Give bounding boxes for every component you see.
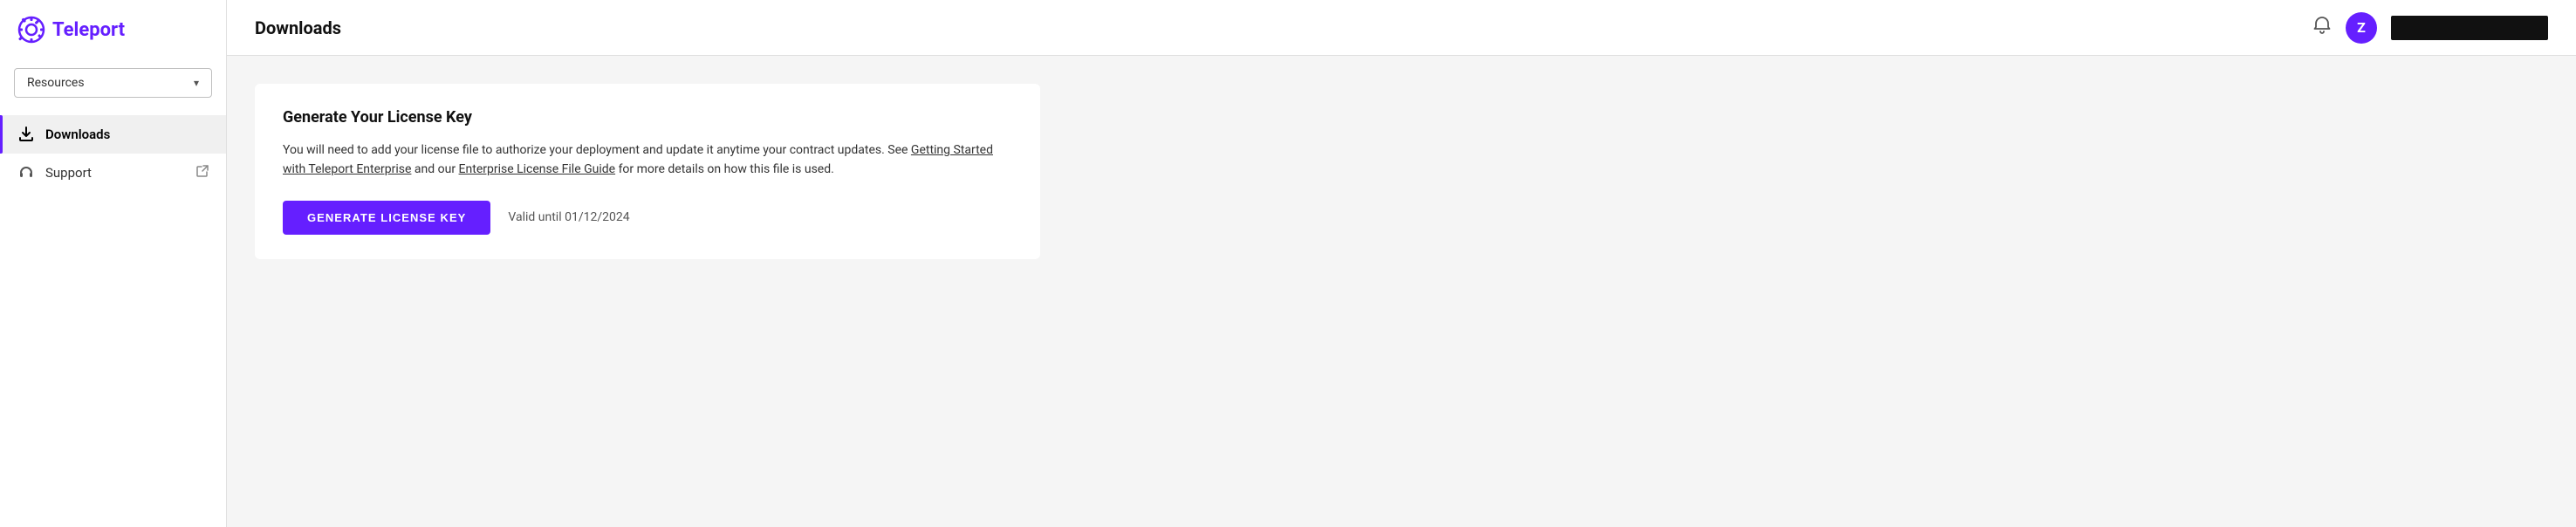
resources-dropdown[interactable]: Resources ▾: [14, 68, 212, 98]
headset-icon: [17, 164, 35, 181]
header: Downloads Z: [227, 0, 2576, 56]
page-title: Downloads: [255, 17, 341, 38]
sidebar-navigation: Downloads Support: [0, 115, 226, 192]
chevron-down-icon: ▾: [194, 77, 199, 89]
sidebar-item-support-label: Support: [45, 165, 92, 181]
sidebar-item-downloads[interactable]: Downloads: [0, 115, 226, 154]
enterprise-license-link[interactable]: Enterprise License File Guide: [459, 162, 616, 176]
notifications-bell-icon[interactable]: [2312, 16, 2332, 39]
teleport-logo-icon: [17, 16, 45, 44]
logo-text: Teleport: [52, 19, 125, 41]
download-icon: [17, 126, 35, 143]
generate-license-key-button[interactable]: GENERATE LICENSE KEY: [283, 201, 490, 235]
sidebar: Teleport Resources ▾ Downloads: [0, 0, 227, 527]
content-area: Generate Your License Key You will need …: [227, 56, 2576, 527]
external-link-icon: [196, 165, 209, 181]
license-card: Generate Your License Key You will need …: [255, 84, 1040, 259]
description-text-3: for more details on how this file is use…: [615, 162, 834, 176]
resources-dropdown-label: Resources: [27, 76, 85, 90]
user-avatar[interactable]: Z: [2346, 12, 2377, 44]
sidebar-item-downloads-label: Downloads: [45, 127, 110, 142]
card-description: You will need to add your license file t…: [283, 140, 1012, 180]
sidebar-item-support[interactable]: Support: [0, 154, 226, 192]
main-content: Downloads Z Generate Your License Key Yo…: [227, 0, 2576, 527]
action-row: GENERATE LICENSE KEY Valid until 01/12/2…: [283, 201, 1012, 235]
description-text-2: and our: [411, 162, 458, 176]
card-title: Generate Your License Key: [283, 108, 1012, 127]
description-text-1: You will need to add your license file t…: [283, 143, 911, 157]
redacted-user-info: [2391, 16, 2548, 40]
header-right: Z: [2312, 12, 2548, 44]
logo-area: Teleport: [0, 0, 226, 59]
valid-until-text: Valid until 01/12/2024: [508, 210, 629, 224]
